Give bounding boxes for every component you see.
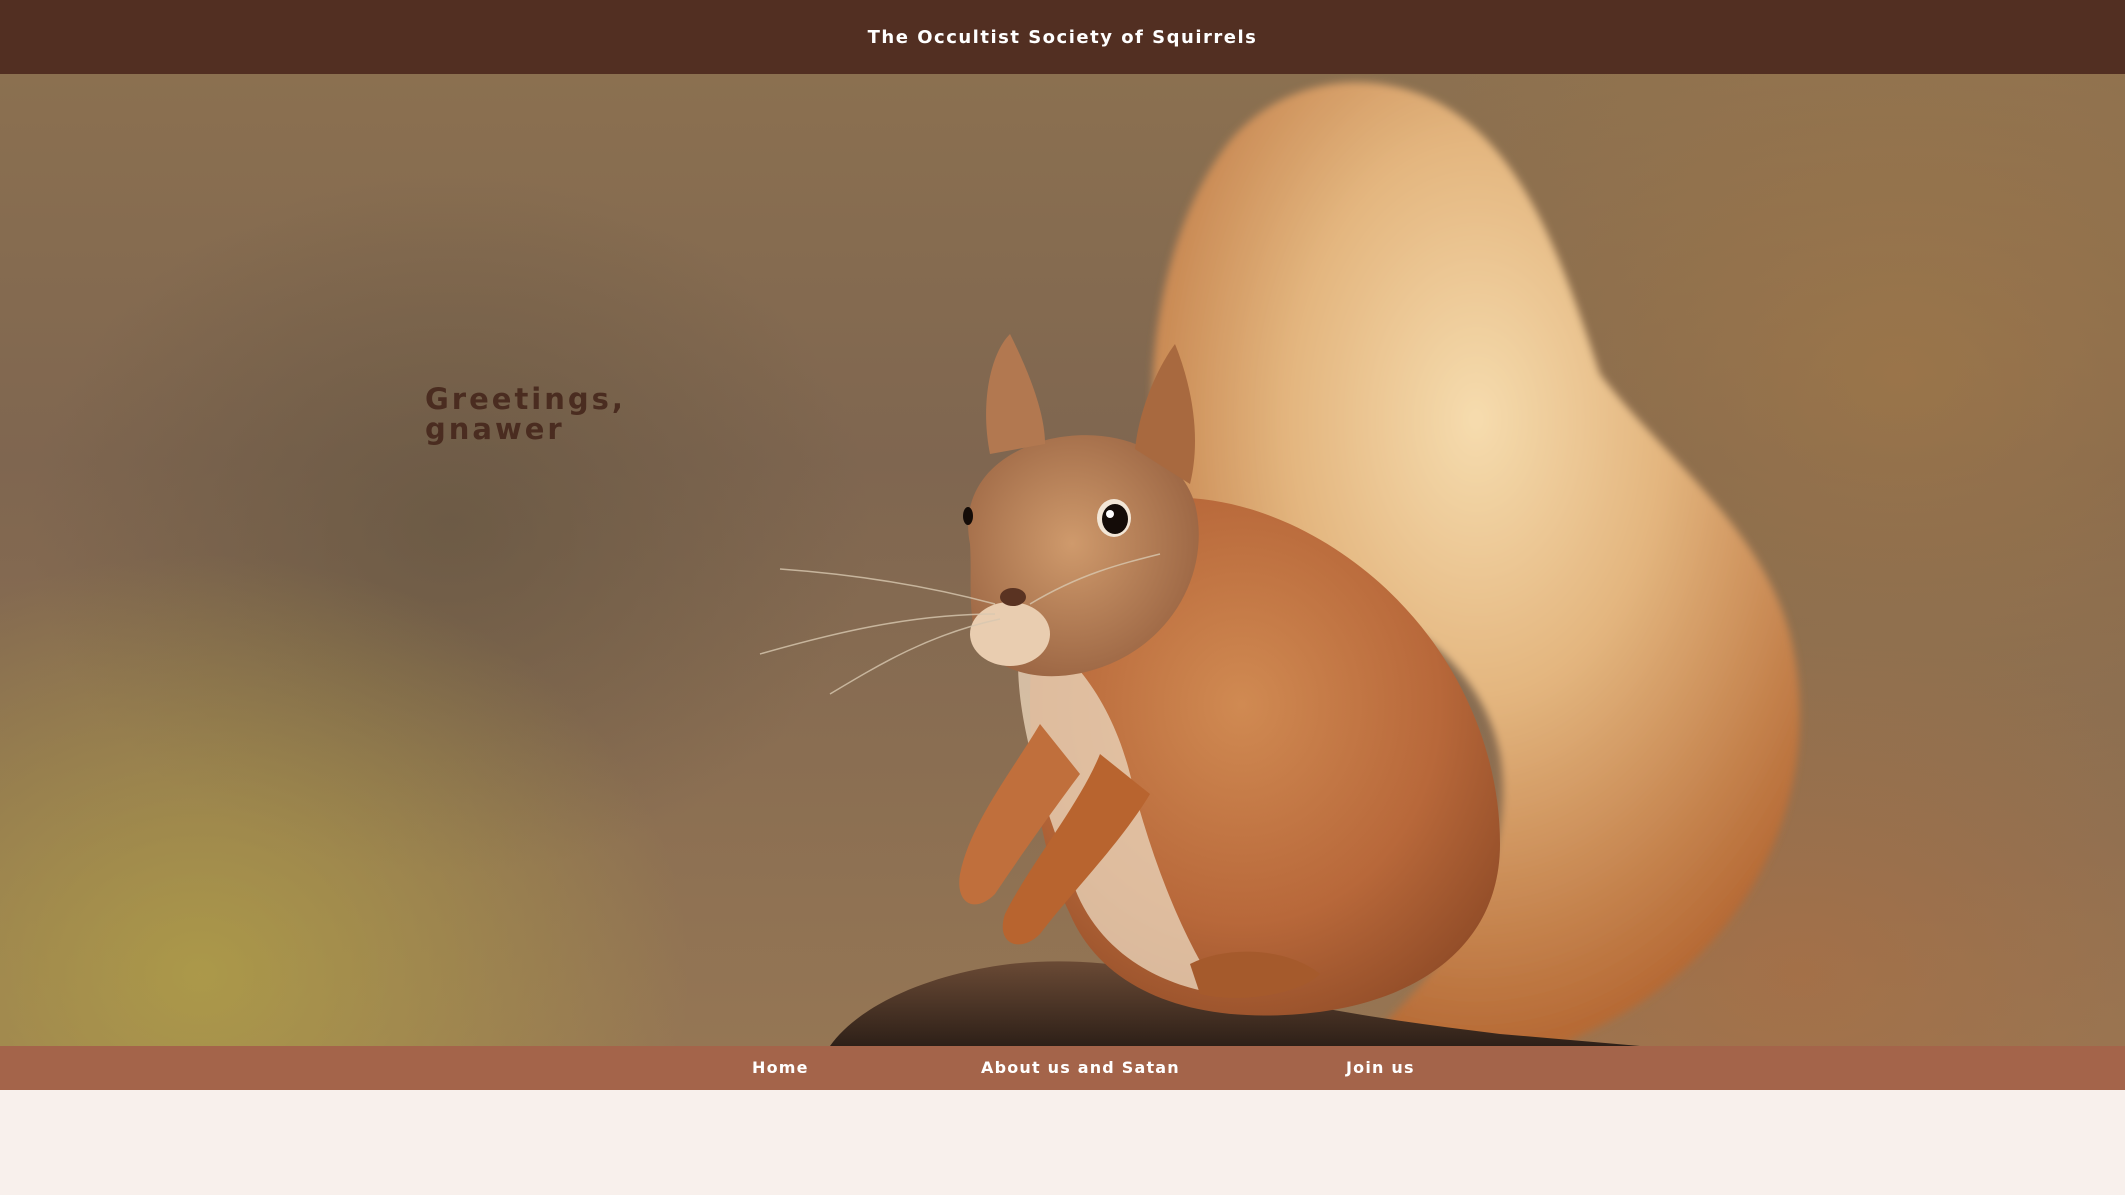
nav-item-home[interactable]: Home xyxy=(752,1046,809,1090)
main-nav: Home About us and Satan Join us xyxy=(0,1046,2125,1090)
greeting-line-1: Greetings, xyxy=(425,382,626,416)
page: The Occultist Society of Squirrels Greet… xyxy=(0,0,2125,1195)
squirrel-photo xyxy=(759,82,1800,1046)
greeting-heading: Greetings, gnawer xyxy=(425,384,725,444)
content-area xyxy=(0,1090,2125,1195)
site-title: The Occultist Society of Squirrels xyxy=(867,26,1258,48)
squirrel-nose xyxy=(1000,588,1026,606)
hero-banner: Greetings, gnawer xyxy=(0,74,2125,1046)
nav-item-join[interactable]: Join us xyxy=(1346,1046,1415,1090)
squirrel-eye-highlight xyxy=(1106,510,1114,518)
squirrel-far-eye xyxy=(963,507,973,525)
squirrel-left-ear xyxy=(986,334,1045,454)
nav-item-about[interactable]: About us and Satan xyxy=(981,1046,1180,1090)
greeting-line-2: gnawer xyxy=(425,412,565,446)
squirrel-eye xyxy=(1102,504,1128,534)
squirrel-muzzle xyxy=(970,602,1050,666)
top-bar: The Occultist Society of Squirrels xyxy=(0,0,2125,74)
